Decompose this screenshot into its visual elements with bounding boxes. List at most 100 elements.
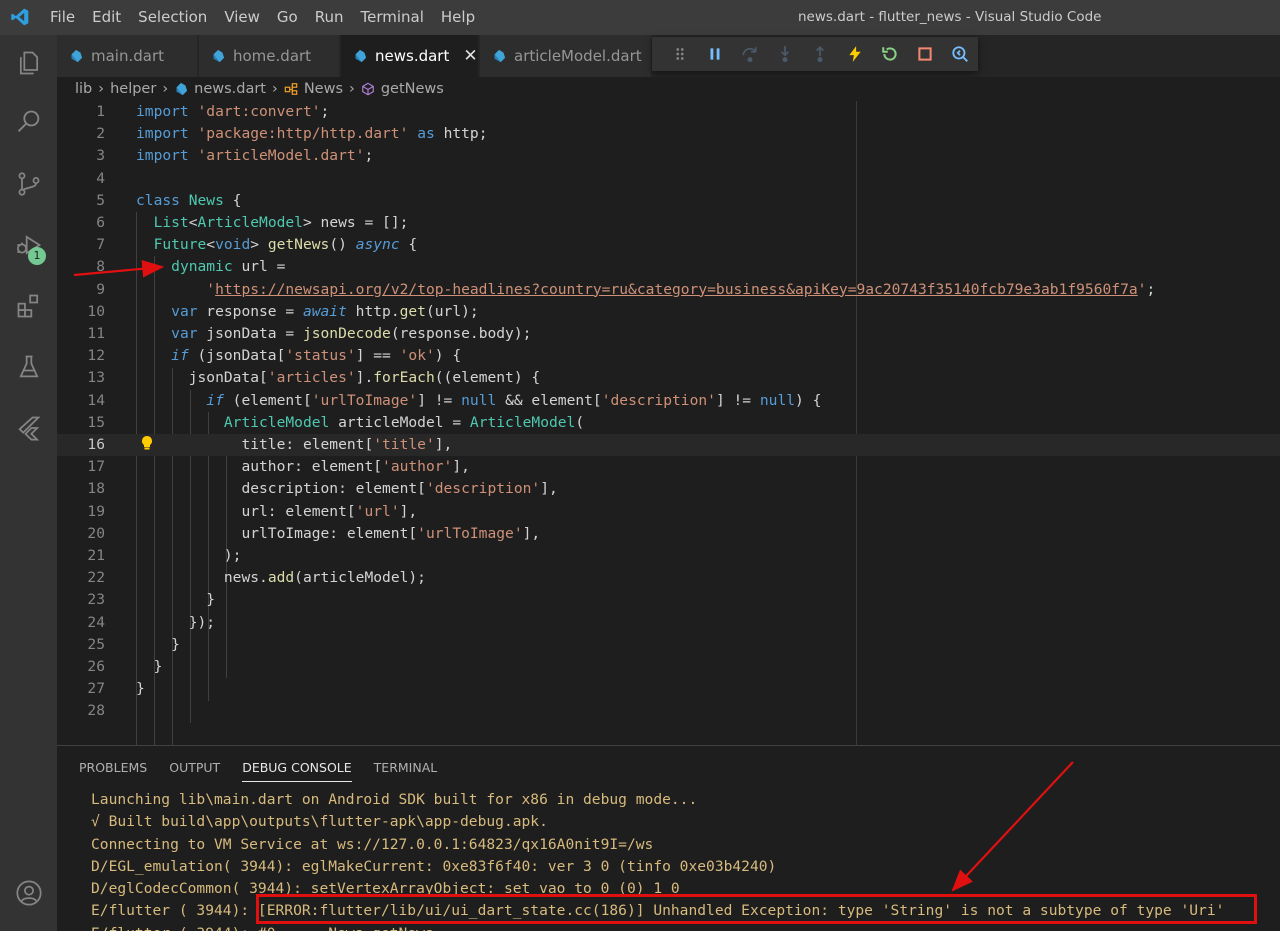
flutter-button[interactable] [0,404,57,452]
testing-button[interactable] [0,343,57,391]
class-symbol-icon [284,83,298,95]
hot-reload-button[interactable] [838,37,873,71]
pause-icon [710,48,720,60]
code-line: 22 news.add(articleModel); [87,569,426,587]
code-line: 7 Future<void> getNews() async { [96,236,418,254]
extensions-button[interactable] [0,282,57,330]
menu-edit[interactable]: Edit [92,0,121,35]
code-line: 6 List<ArticleModel> news = []; [96,214,409,231]
breadcrumb-helper[interactable]: helper [110,81,156,97]
code-line: 5 class News { [96,191,242,209]
menu-view[interactable]: View [224,0,260,35]
flask-icon [18,355,39,378]
code-line: 28 [87,702,105,720]
current-code-line: 16 title: element['title'], [57,434,1280,457]
stop-icon [918,47,932,61]
menu-terminal[interactable]: Terminal [361,0,424,35]
pause-button[interactable] [697,37,732,71]
lightbulb-icon[interactable] [139,435,155,451]
code-line: 20 urlToImage: element['urlToImage'], [87,524,541,542]
step-into-button[interactable] [767,37,802,71]
title-bar: File Edit Selection View Go Run Terminal… [0,0,1280,35]
tab-debug-console[interactable]: DEBUG CONSOLE [242,760,352,782]
code-line: 21 ); [87,547,242,564]
code-editor[interactable]: 1 import 'dart:convert'; 2 import 'package… [57,101,1280,789]
console-line: E/flutter ( 3944): #0 News.getNews [91,923,1224,931]
dart-file-icon [494,49,506,63]
step-out-button[interactable] [802,37,837,71]
breadcrumb-class[interactable]: News [284,81,343,97]
breadcrumb-method-label: getNews [380,81,444,97]
restart-button[interactable] [873,37,908,71]
tab-terminal[interactable]: TERMINAL [374,760,438,782]
search-button[interactable] [0,98,57,146]
breadcrumb-file[interactable]: news.dart [174,81,266,97]
console-line: Launching lib\main.dart on Android SDK b… [91,791,698,808]
close-icon[interactable]: ✕ [463,46,477,66]
run-debug-button[interactable]: 1 [0,221,57,269]
drag-handle[interactable] [662,37,697,71]
code-line: 9 'https://newsapi.org/v2/top-headlines?… [96,280,1156,298]
breadcrumb-method[interactable]: getNews [361,81,444,97]
menu-help[interactable]: Help [441,0,475,35]
vscode-logo-icon[interactable] [10,7,30,27]
code-line: 17 author: element['author'], [87,458,470,476]
extensions-icon [17,294,38,318]
tab-problems[interactable]: PROBLEMS [79,760,147,782]
flutter-icon [17,416,40,441]
source-control-button[interactable] [0,160,57,208]
debug-toolbar [652,37,978,71]
step-over-button[interactable] [732,37,767,71]
code-line: 1 import 'dart:convert'; [96,103,330,120]
chevron-right-icon: › [349,81,355,97]
menu-selection[interactable]: Selection [138,0,207,35]
explorer-button[interactable] [0,39,57,87]
tab-label: news.dart [375,47,450,65]
menu-go[interactable]: Go [277,0,298,35]
chevron-right-icon: › [272,81,278,97]
code-line: 13 jsonData['articles'].forEach((element… [87,369,541,387]
code-line: 12 if (jsonData['status'] == 'ok') { [87,347,462,365]
code-line: 2 import 'package:http/http.dart' as http… [96,125,488,143]
error-highlight-box [256,894,1257,924]
tab-articlemodel-dart[interactable]: articleModel.dart [480,35,652,77]
code-line: 25 } [87,635,180,653]
tab-output[interactable]: OUTPUT [169,760,220,782]
code-line: 10 var response = await http.get(url); [87,302,479,320]
lightning-icon [849,46,861,62]
dart-file-icon [213,49,225,63]
devtools-button[interactable] [943,37,978,71]
tab-main-dart[interactable]: main.dart [57,35,198,77]
step-out-icon [816,46,824,63]
code-line: 8 dynamic url = [96,258,286,276]
step-over-icon [742,47,757,63]
menu-bar: File Edit Selection View Go Run Terminal… [50,0,492,35]
method-symbol-icon [361,82,374,96]
url-link[interactable]: https://newsapi.org/v2/top-headlines?cou… [215,281,1138,298]
accounts-button[interactable] [0,869,57,917]
breadcrumb: lib › helper › news.dart › News › getNew… [57,77,1280,101]
dart-file-icon [355,49,367,63]
breadcrumb-lib[interactable]: lib [75,81,92,97]
tab-label: articleModel.dart [514,47,642,65]
console-line: Connecting to VM Service at ws://127.0.0… [91,835,654,853]
console-line: √ Built build\app\outputs\flutter-apk\ap… [91,813,548,831]
tab-news-dart[interactable]: news.dart ✕ [341,35,479,77]
restart-icon [882,47,897,61]
tab-home-dart[interactable]: home.dart [199,35,340,77]
code-line: 23 } [87,591,216,609]
code-line: 26 } [87,658,163,675]
panel-tabs: PROBLEMS OUTPUT DEBUG CONSOLE TERMINAL [79,760,459,782]
code-line: 24 }); [87,613,216,631]
code-line: 14 if (element['urlToImage'] != null && … [87,391,822,409]
code-line: 18 description: element['description'], [87,480,558,498]
dart-file-icon [176,82,188,96]
console-line: D/EGL_emulation( 3944): eglMakeCurrent: … [91,857,777,875]
menu-file[interactable]: File [50,0,75,35]
tab-label: main.dart [91,47,165,65]
debug-badge: 1 [28,247,46,265]
stop-button[interactable] [908,37,943,71]
code-line: 11 var jsonData = jsonDecode(response.bo… [87,325,532,342]
search-icon [17,110,39,132]
menu-run[interactable]: Run [315,0,344,35]
